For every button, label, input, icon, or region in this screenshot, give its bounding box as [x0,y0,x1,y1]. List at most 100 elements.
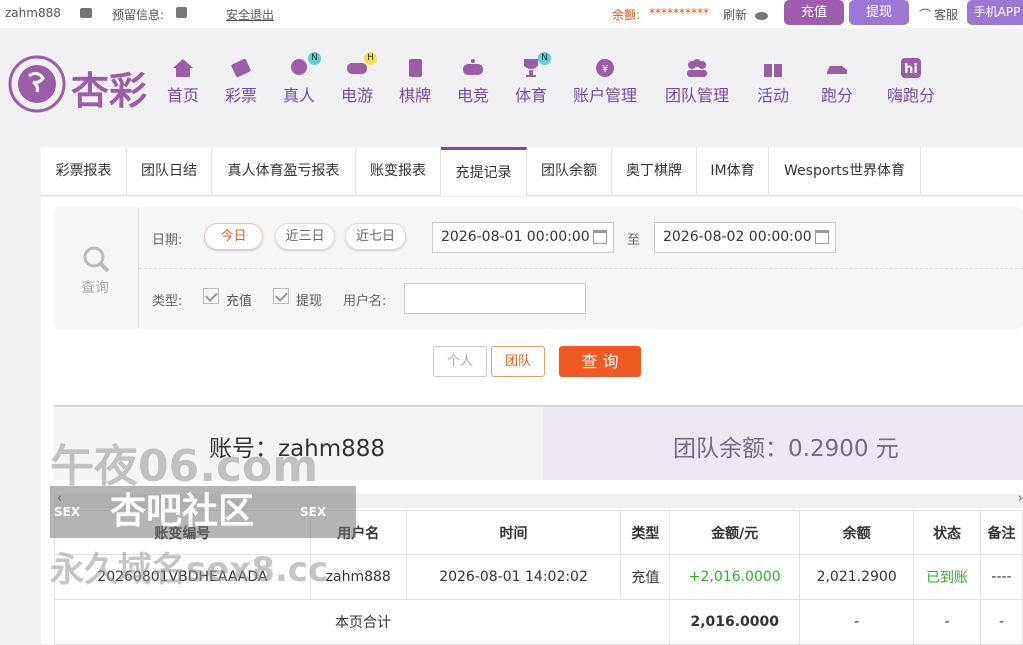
total-balance: - [799,599,915,645]
nav-label: 嗨跑分 [887,86,936,105]
nav-esports[interactable]: 电竞 [457,58,489,106]
cell-amount: +2,016.0000 [669,554,801,600]
nav-label: 电竞 [457,86,490,105]
nav-label: 跑分 [820,86,853,105]
total-amount: 2,016.0000 [669,599,801,645]
withdraw-button[interactable]: 提现 [849,0,909,25]
col-header-amount: 金额/元 [669,510,801,555]
report-tabs: 彩票报表 团队日结 真人体育盈亏报表 账变报表 充提记录 团队余额 奥丁棋牌 I… [41,147,1023,196]
gift-icon [764,60,782,77]
last-3-days-button[interactable]: 近三日 [275,223,335,250]
deposit-checkbox[interactable] [203,288,219,304]
search-icon [83,246,110,273]
today-button[interactable]: 今日 [204,223,263,250]
personal-button[interactable]: 个人 [433,346,487,377]
nav-home[interactable]: 首页 [167,58,199,106]
date-to-label: 至 [627,233,641,248]
username-filter-input[interactable] [404,283,586,314]
calendar-icon[interactable] [815,230,829,244]
col-header-status: 状态 [913,510,981,555]
tab-account-changes[interactable]: 账变报表 [356,147,441,196]
service-link[interactable]: 客服 [934,6,958,23]
tab-live-sports-pl[interactable]: 真人体育盈亏报表 [212,147,356,196]
username-label: zahm888 [5,6,61,20]
tab-odin-cards[interactable]: 奥丁棋牌 [612,147,697,196]
col-header-remark: 备注 [980,510,1023,555]
watermark-line2-text: 杏吧社区 [110,491,255,532]
scroll-right-icon[interactable]: › [1018,491,1023,506]
start-date-input[interactable]: 2026-08-01 00:00:00 [432,222,614,253]
withdraw-checkbox[interactable] [273,288,289,304]
team-icon [687,59,707,77]
nav-run[interactable]: 跑分 [815,58,859,106]
tab-team-daily[interactable]: 团队日结 [127,147,212,196]
site-logo[interactable]: 杏彩 [7,54,157,114]
nav-lottery[interactable]: 彩票 [225,58,257,106]
nav-slots[interactable]: H 电游 [341,52,378,106]
deposit-checkbox-label: 充值 [226,294,253,309]
last-7-days-button[interactable]: 近七日 [345,223,406,250]
date-label: 日期: [152,233,183,248]
cell-time: 2026-08-01 14:02:02 [405,554,622,600]
refresh-button[interactable]: 刷新 [723,6,747,23]
tab-team-balance[interactable]: 团队余额 [527,147,612,196]
balance-label: 余额: [612,8,641,22]
watermark-line1: 午夜06.com [50,441,319,492]
mail-icon[interactable] [80,7,92,21]
team-button[interactable]: 团队 [491,346,545,377]
nav-label: 真人 [283,86,316,105]
watermark-line3: 永久域名sex8.cc [50,550,329,590]
headset-icon[interactable]: ⌒ [919,6,931,23]
nav-label: 账户管理 [573,86,638,105]
balance-value: ********** [649,6,709,20]
tab-lottery-report[interactable]: 彩票报表 [41,147,127,196]
tab-wesports[interactable]: Wesports世界体育 [769,147,921,196]
car-icon [827,66,847,74]
svg-text:¥: ¥ [602,64,608,75]
end-date-input[interactable]: 2026-08-02 00:00:00 [654,222,836,253]
reserved-info-label: 预留信息: [112,8,165,22]
ticket-icon [231,58,251,78]
total-status: - [913,599,981,645]
mobile-app-button[interactable]: 手机APP [967,0,1023,25]
nav-live[interactable]: N 真人 [283,52,322,106]
col-header-time: 时间 [405,510,622,555]
home-icon [173,59,193,77]
tab-im-sports[interactable]: IM体育 [697,147,769,196]
watermark-line2: 杏吧社区 SEX SEX [50,486,356,538]
logout-link[interactable]: 安全退出 [226,6,274,23]
total-label-text: 本页合计 [335,615,391,631]
nav-account[interactable]: ¥ 账户管理 [573,58,637,106]
cell-status: 已到账 [913,554,981,600]
col-header-balance: 余额 [799,510,915,555]
nav-sports[interactable]: N 体育 [515,52,552,106]
cell-balance: 2,021.2900 [799,554,915,600]
nav-cards[interactable]: 棋牌 [399,58,431,106]
calendar-icon[interactable] [593,230,607,244]
nav-label: 团队管理 [665,86,730,105]
nav-badge: H [364,52,378,65]
search-panel: 查询 日期: 今日 近三日 近七日 2026-08-01 00:00:00 至 … [54,207,1023,329]
nav-hi-run[interactable]: hi 嗨跑分 [887,58,935,106]
total-label: 本页合计 [53,599,671,645]
type-label: 类型: [152,294,183,309]
header: 杏彩 首页 彩票 N 真人 H 电游 棋牌 电竞 N 体育 ¥ 账户管理 团队管… [0,28,1023,128]
divider [139,268,1023,269]
nav-team[interactable]: 团队管理 [665,58,729,106]
nav-label: 首页 [167,86,200,105]
search-title-block: 查询 [54,207,139,329]
edit-icon[interactable] [176,7,187,21]
query-button[interactable]: 查 询 [559,346,641,377]
nav-label: 棋牌 [399,86,432,105]
nav-badge: N [308,52,322,65]
team-balance-summary: 团队余额：0.2900 元 [543,407,1023,480]
dealer-icon [291,59,307,75]
search-title: 查询 [81,280,109,296]
nav-promo[interactable]: 活动 [757,58,789,106]
watermark-tag-right: SEX [300,505,327,519]
top-bar: zahm888 预留信息: 安全退出 余额: ********** 刷新 充值 … [0,0,1023,28]
deposit-button[interactable]: 充值 [784,0,844,25]
eye-icon[interactable] [755,9,768,23]
svg-text:hi: hi [904,62,918,77]
tab-deposit-withdraw-records[interactable]: 充提记录 [441,147,527,196]
